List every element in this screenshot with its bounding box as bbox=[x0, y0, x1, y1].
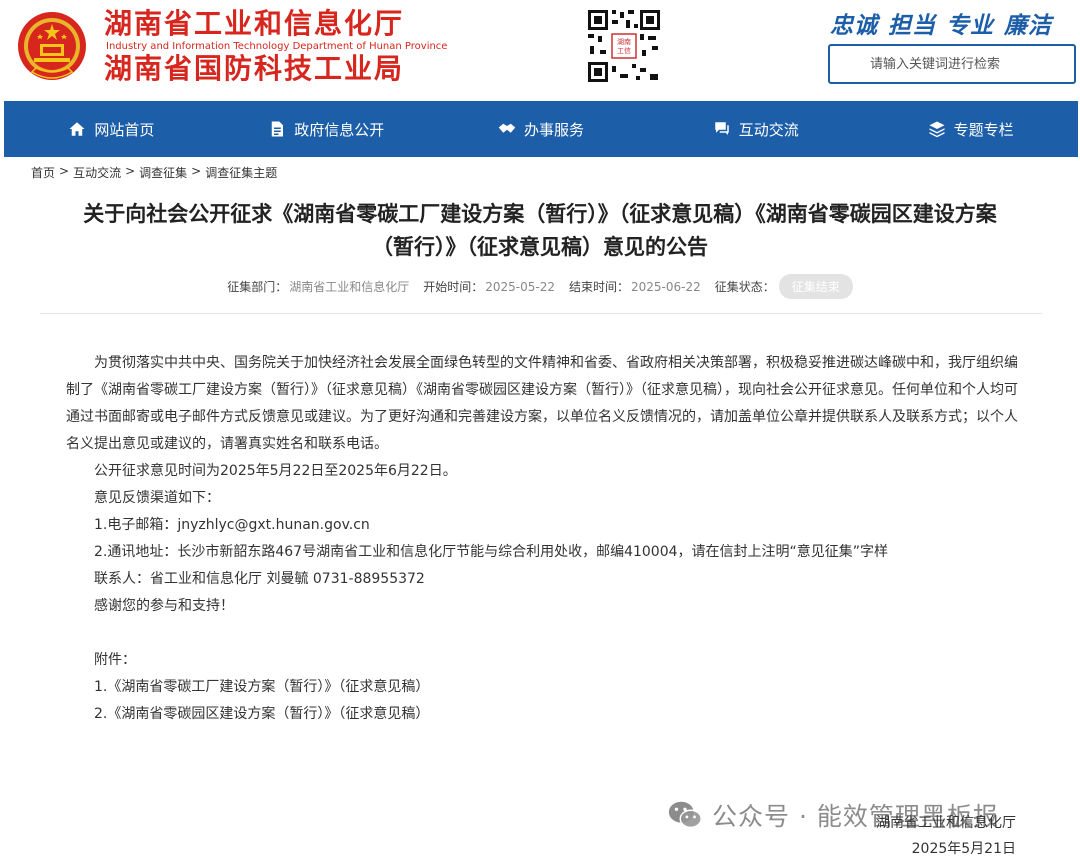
home-icon bbox=[69, 122, 85, 136]
signature-date: 2025年5月21日 bbox=[911, 841, 1016, 857]
document-icon bbox=[271, 121, 284, 137]
attachment-link-2[interactable]: 2.《湖南省零碳园区建设方案（暂行）》（征求意见稿） bbox=[66, 701, 1026, 728]
svg-text:湖南: 湖南 bbox=[617, 37, 631, 46]
nav-item-interaction[interactable]: 互动交流 bbox=[648, 101, 863, 157]
meta-end-date: 2025-06-22 bbox=[631, 279, 701, 294]
slogan-responsibility: 担当 bbox=[888, 13, 936, 39]
site-title-line1: 湖南省工业和信息化厅 bbox=[104, 7, 405, 40]
layers-icon bbox=[929, 121, 945, 138]
page-title-line1: 关于向社会公开征求《湖南省零碳工厂建设方案（暂行）》（征求意见稿）《湖南省零碳园… bbox=[83, 202, 997, 226]
contact-person: 联系人：省工业和信息化厅 刘曼毓 0731-88955372 bbox=[94, 571, 425, 587]
breadcrumb-separator: > bbox=[59, 164, 70, 178]
page-title: 关于向社会公开征求《湖南省零碳工厂建设方案（暂行）》（征求意见稿）《湖南省零碳园… bbox=[40, 198, 1040, 264]
nav-item-home[interactable]: 网站首页 bbox=[4, 101, 219, 157]
nav-item-gov-info[interactable]: 政府信息公开 bbox=[219, 101, 434, 157]
meta-dept: 湖南省工业和信息化厅 bbox=[289, 280, 410, 294]
nav-item-label: 办事服务 bbox=[523, 120, 584, 139]
title-divider bbox=[40, 313, 1042, 314]
handshake-icon bbox=[498, 123, 516, 133]
site-title-line2: 湖南省国防科技工业局 bbox=[104, 52, 405, 85]
body-paragraph: 意见反馈渠道如下： bbox=[94, 490, 220, 506]
svg-text:工信: 工信 bbox=[617, 46, 631, 55]
slogan-professional: 专业 bbox=[946, 13, 994, 39]
nav-item-label: 网站首页 bbox=[94, 120, 155, 139]
nav-item-label: 政府信息公开 bbox=[294, 120, 385, 139]
breadcrumb-separator: > bbox=[191, 164, 202, 178]
meta-dept-label: 征集部门： bbox=[227, 280, 288, 294]
article-body: 为贯彻落实中共中央、国务院关于加快经济社会发展全面绿色转型的文件精神和省委、省政… bbox=[66, 350, 1026, 728]
slogan-bar: 忠诚 担当 专业 廉洁 bbox=[830, 6, 1052, 40]
slogan-loyalty: 忠诚 bbox=[830, 13, 878, 39]
body-paragraph: 感谢您的参与和支持！ bbox=[94, 598, 234, 614]
search-input[interactable] bbox=[828, 44, 1076, 84]
breadcrumb: 首页 > 互动交流 > 调查征集 > 调查征集主题 bbox=[31, 164, 277, 181]
wechat-icon bbox=[668, 801, 702, 829]
national-emblem-icon bbox=[18, 12, 86, 80]
body-paragraph: 为贯彻落实中共中央、国务院关于加快经济社会发展全面绿色转型的文件精神和省委、省政… bbox=[66, 355, 1018, 452]
meta-start-date: 2025-05-22 bbox=[485, 279, 555, 294]
page-title-line2: （暂行）》（征求意见稿）意见的公告 bbox=[372, 235, 708, 259]
nav-item-services[interactable]: 办事服务 bbox=[434, 101, 649, 157]
qr-code-icon: 湖南 工信 bbox=[586, 8, 662, 84]
article-signature: 湖南省工业和信息化厅 2025年5月21日 bbox=[876, 810, 1016, 857]
breadcrumb-survey[interactable]: 调查征集 bbox=[139, 164, 187, 181]
feedback-email: 1.电子邮箱：jnyzhlyc@gxt.hunan.gov.cn bbox=[94, 517, 370, 533]
nav-item-topics[interactable]: 专题专栏 bbox=[863, 101, 1078, 157]
nav-item-label: 互动交流 bbox=[738, 120, 799, 139]
meta-status-label: 征集状态： bbox=[714, 280, 775, 294]
chat-icon bbox=[715, 122, 729, 135]
feedback-address: 2.通讯地址：长沙市新韶东路467号湖南省工业和信息化厅节能与综合利用处收，邮编… bbox=[94, 544, 889, 560]
body-paragraph: 公开征求意见时间为2025年5月22日至2025年6月22日。 bbox=[94, 463, 457, 479]
breadcrumb-separator: > bbox=[125, 164, 136, 178]
status-badge: 征集结束 bbox=[778, 274, 853, 299]
breadcrumb-interaction[interactable]: 互动交流 bbox=[73, 164, 121, 181]
slogan-integrity: 廉洁 bbox=[1004, 13, 1052, 39]
breadcrumb-survey-topic[interactable]: 调查征集主题 bbox=[205, 164, 277, 181]
meta-start-label: 开始时间： bbox=[423, 280, 484, 294]
site-title-block: 湖南省工业和信息化厅 Industry and Information Tech… bbox=[104, 8, 447, 85]
meta-end-label: 结束时间： bbox=[569, 280, 630, 294]
attachment-link-1[interactable]: 1.《湖南省零碳工厂建设方案（暂行）》（征求意见稿） bbox=[66, 674, 1026, 701]
main-nav: 网站首页 政府信息公开 办事服务 互动交流 专题专栏 bbox=[4, 101, 1078, 157]
article-meta: 征集部门： 湖南省工业和信息化厅 开始时间： 2025-05-22 结束时间： … bbox=[0, 274, 1080, 299]
site-header: 湖南省工业和信息化厅 Industry and Information Tech… bbox=[0, 0, 1080, 100]
signature-org: 湖南省工业和信息化厅 bbox=[876, 815, 1016, 831]
attachments-label: 附件： bbox=[94, 652, 136, 668]
nav-item-label: 专题专栏 bbox=[953, 120, 1014, 139]
breadcrumb-home[interactable]: 首页 bbox=[31, 164, 55, 181]
